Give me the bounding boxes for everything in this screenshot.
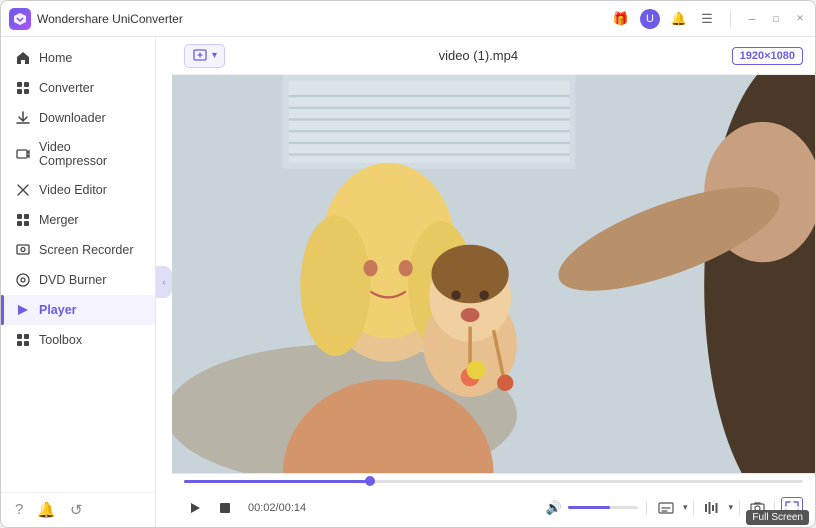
caption-button[interactable] — [655, 497, 677, 519]
gift-icon[interactable]: 🎁 — [612, 10, 630, 28]
notification-icon[interactable]: 🔔 — [670, 10, 688, 28]
video-editor-icon — [15, 182, 31, 198]
time-display: 00:02/00:14 — [248, 502, 306, 514]
video-filename: video (1).mp4 — [225, 48, 732, 63]
audio-chevron: ▾ — [728, 502, 733, 513]
downloader-icon — [15, 110, 31, 126]
sidebar: Home Converter Downloader — [1, 37, 156, 527]
sidebar-footer: ? 🔔 ↺ — [1, 492, 155, 527]
title-bar-actions: 🎁 U 🔔 ☰ ─ □ ✕ — [612, 9, 807, 29]
audio-track-button[interactable] — [700, 497, 722, 519]
progress-fill — [184, 480, 370, 483]
sidebar-label-toolbox: Toolbox — [39, 333, 82, 347]
sidebar-label-merger: Merger — [39, 213, 79, 227]
video-frame — [172, 75, 815, 473]
volume-container: 🔊 — [546, 500, 638, 516]
app-logo: Wondershare UniConverter — [9, 8, 183, 30]
sidebar-item-converter[interactable]: Converter — [1, 73, 155, 103]
volume-track[interactable] — [568, 506, 638, 509]
close-button[interactable]: ✕ — [793, 12, 807, 26]
sidebar-label-screen-recorder: Screen Recorder — [39, 243, 134, 257]
sidebar-label-dvd-burner: DVD Burner — [39, 273, 106, 287]
merger-icon — [15, 212, 31, 228]
stop-button[interactable] — [214, 497, 236, 519]
controls-row: 00:02/00:14 🔊 — [172, 488, 815, 527]
video-compressor-icon — [15, 146, 31, 162]
tooltip-container: Full Screen — [746, 510, 809, 525]
sidebar-item-screen-recorder[interactable]: Screen Recorder — [1, 235, 155, 265]
menu-icon[interactable]: ☰ — [698, 10, 716, 28]
app-window: Wondershare UniConverter 🎁 U 🔔 ☰ ─ □ ✕ H… — [0, 0, 816, 528]
content-area: ▾ video (1).mp4 1920×1080 — [172, 37, 815, 527]
maximize-button[interactable]: □ — [769, 12, 783, 26]
divider-2 — [693, 501, 694, 515]
progress-bar-container[interactable] — [172, 474, 815, 488]
sidebar-item-video-editor[interactable]: Video Editor — [1, 175, 155, 205]
fullscreen-tooltip: Full Screen — [746, 510, 809, 525]
toolbox-icon — [15, 332, 31, 348]
sidebar-label-video-editor: Video Editor — [39, 183, 107, 197]
video-container[interactable] — [172, 75, 815, 473]
divider-3 — [739, 501, 740, 515]
dvd-burner-icon — [15, 272, 31, 288]
sidebar-collapse-button[interactable]: ‹ — [156, 266, 172, 298]
add-chevron-icon: ▾ — [212, 50, 217, 61]
sidebar-item-merger[interactable]: Merger — [1, 205, 155, 235]
progress-thumb[interactable] — [365, 476, 375, 486]
sidebar-label-converter: Converter — [39, 81, 94, 95]
player-topbar: ▾ video (1).mp4 1920×1080 — [172, 37, 815, 75]
help-icon[interactable]: ? — [15, 501, 23, 519]
caption-chevron: ▾ — [683, 502, 688, 513]
progress-track[interactable] — [184, 480, 803, 483]
screen-recorder-icon — [15, 242, 31, 258]
minimize-button[interactable]: ─ — [745, 12, 759, 26]
main-layout: Home Converter Downloader — [1, 37, 815, 527]
play-button[interactable] — [184, 497, 206, 519]
home-icon — [15, 50, 31, 66]
sidebar-label-video-compressor: Video Compressor — [39, 140, 141, 168]
sidebar-item-video-compressor[interactable]: Video Compressor — [1, 133, 155, 175]
sidebar-item-dvd-burner[interactable]: DVD Burner — [1, 265, 155, 295]
converter-icon — [15, 80, 31, 96]
sidebar-item-home[interactable]: Home — [1, 43, 155, 73]
player-controls: 00:02/00:14 🔊 — [172, 473, 815, 527]
collapse-chevron-icon: ‹ — [163, 277, 166, 287]
logo-icon — [9, 8, 31, 30]
footer-bell-icon[interactable]: 🔔 — [37, 501, 56, 519]
resolution-badge: 1920×1080 — [732, 47, 803, 65]
volume-icon[interactable]: 🔊 — [546, 500, 562, 516]
refresh-icon[interactable]: ↺ — [70, 501, 83, 519]
app-title: Wondershare UniConverter — [37, 12, 183, 26]
title-bar: Wondershare UniConverter 🎁 U 🔔 ☰ ─ □ ✕ — [1, 1, 815, 37]
sidebar-item-downloader[interactable]: Downloader — [1, 103, 155, 133]
time-total: 00:14 — [279, 502, 307, 514]
divider-1 — [646, 501, 647, 515]
sidebar-item-toolbox[interactable]: Toolbox — [1, 325, 155, 355]
sidebar-item-player[interactable]: Player — [1, 295, 155, 325]
sidebar-label-player: Player — [39, 303, 77, 317]
sidebar-label-downloader: Downloader — [39, 111, 106, 125]
player-icon — [15, 302, 31, 318]
add-file-button[interactable]: ▾ — [184, 44, 225, 68]
sidebar-label-home: Home — [39, 51, 72, 65]
time-current: 00:02 — [248, 502, 276, 514]
volume-fill — [568, 506, 610, 509]
user-avatar-icon[interactable]: U — [640, 9, 660, 29]
sidebar-nav: Home Converter Downloader — [1, 37, 155, 492]
